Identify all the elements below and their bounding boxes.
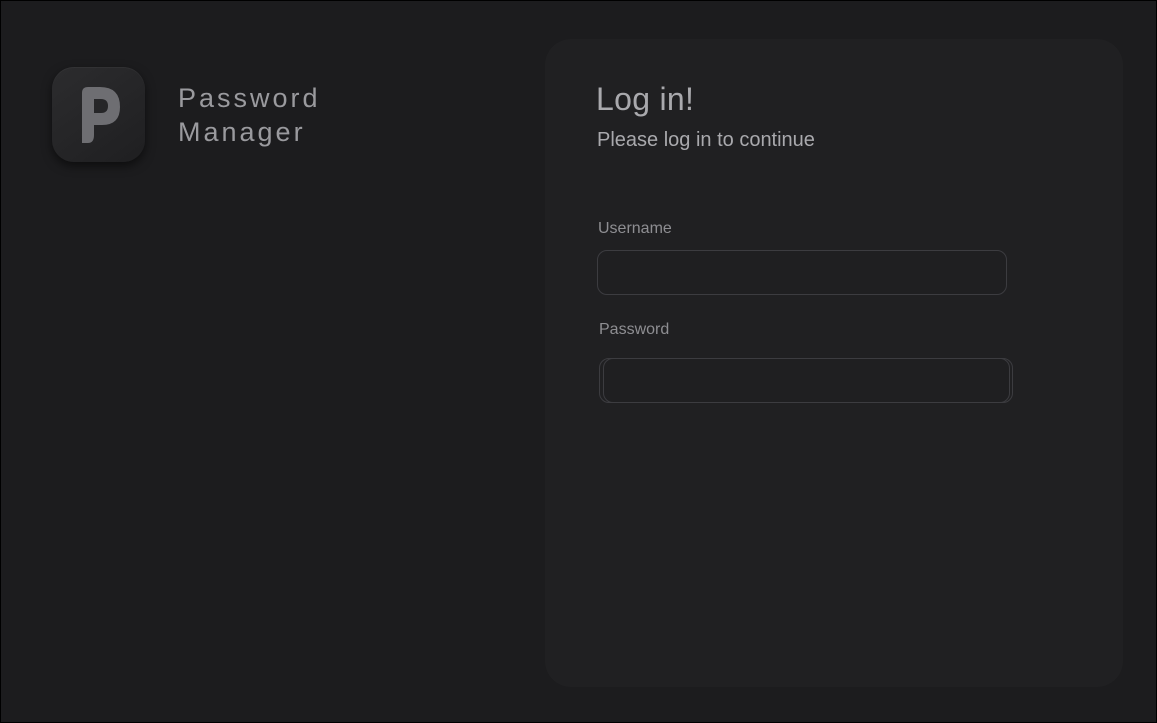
password-label: Password	[599, 321, 670, 338]
p-logo-icon	[81, 86, 120, 143]
app-title: Password Manager	[178, 81, 321, 149]
login-heading: Log in!	[596, 81, 695, 117]
password-field	[599, 358, 1013, 403]
username-label: Username	[598, 220, 672, 237]
password-input[interactable]	[603, 358, 1010, 403]
app-logo	[52, 67, 145, 162]
login-subheading: Please log in to continue	[597, 129, 815, 151]
login-card: Log in! Please log in to continue Userna…	[545, 39, 1123, 687]
app-title-line2: Manager	[178, 117, 306, 147]
username-input[interactable]	[597, 250, 1007, 295]
app-title-line1: Password	[178, 83, 321, 113]
branding-pane: Password Manager	[1, 1, 529, 722]
app-window: Password Manager Log in! Please log in t…	[0, 0, 1157, 723]
